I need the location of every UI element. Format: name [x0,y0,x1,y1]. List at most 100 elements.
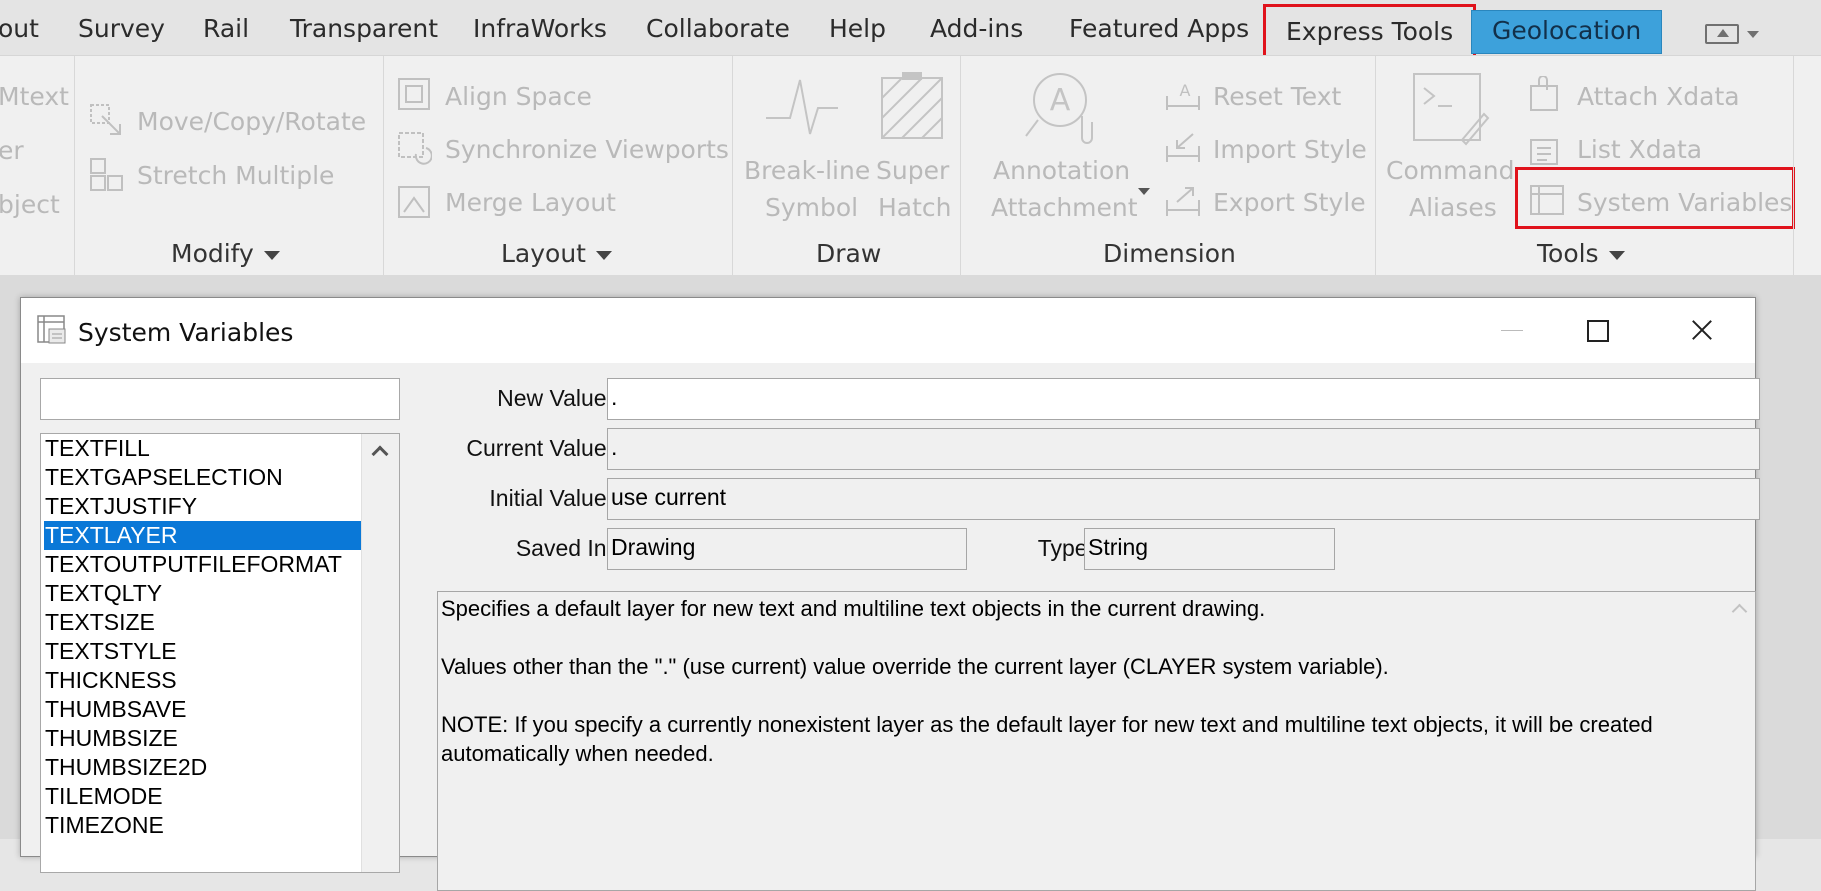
dialog-titlebar[interactable]: System Variables [21,298,1755,363]
ribbon-cut-label[interactable]: er [0,136,24,165]
new-value-input[interactable]: . [607,378,1760,420]
chevron-down-icon [1608,250,1625,260]
tab-geolocation[interactable]: Geolocation [1471,10,1663,54]
chevron-down-icon[interactable] [1138,188,1150,195]
synchronize-viewports-icon [398,132,432,165]
svg-text:A: A [1180,81,1191,100]
break-line-symbol-icon [766,79,838,135]
move-copy-rotate-button[interactable]: Move/Copy/Rotate [137,107,366,136]
initial-value-label: Initial Value: [489,485,613,511]
panel-title-dimension[interactable]: Dimension [1103,239,1236,268]
svg-text:A: A [1050,83,1071,118]
current-value-field: . [607,428,1760,470]
system-variables-dialog: System Variables TEXTFILL TEXTGAPSELECTI… [20,297,1760,891]
list-item[interactable]: THUMBSAVE [44,695,361,724]
variable-search-input[interactable] [40,378,400,420]
annotation-attachment-label[interactable]: Attachment [991,193,1138,222]
tab-featured-apps[interactable]: Featured Apps [1069,14,1249,43]
list-xdata-icon [1530,139,1558,165]
tab-help[interactable]: Help [829,14,886,43]
attach-xdata-button[interactable]: Attach Xdata [1577,82,1740,111]
panel-title-label: Layout [501,239,586,268]
list-item[interactable]: TEXTOUTPUTFILEFORMAT [44,550,361,579]
break-line-symbol-label[interactable]: Symbol [765,193,858,222]
tab-rail[interactable]: Rail [203,14,249,43]
list-item[interactable]: TEXTGAPSELECTION [44,463,361,492]
list-item[interactable]: TEXTSTYLE [44,637,361,666]
variable-description: Specifies a default layer for new text a… [437,591,1756,891]
list-item[interactable]: TEXTSIZE [44,608,361,637]
scroll-up-icon[interactable] [371,445,389,463]
super-hatch-icon [881,72,943,139]
chevron-down-icon[interactable] [1747,31,1759,38]
description-paragraph: Values other than the "." (use current) … [441,654,1389,679]
ribbon-cut-label[interactable]: bject [0,190,60,219]
panel-title-tools[interactable]: Tools [1537,239,1625,268]
list-item-selected[interactable]: TEXTLAYER [44,521,361,550]
panel-divider [732,56,733,276]
list-item[interactable]: TEXTFILL [44,434,361,463]
list-item[interactable]: TILEMODE [44,782,361,811]
tab-express-tools[interactable]: Express Tools [1263,4,1477,60]
initial-value-field: use current [607,478,1760,520]
super-hatch-label[interactable]: Super [876,156,949,185]
tab-transparent[interactable]: Transparent [290,14,438,43]
saved-in-field: Drawing [607,528,967,570]
panel-divider [1793,56,1794,276]
saved-in-label: Saved In: [515,535,613,561]
panel-title-layout[interactable]: Layout [501,239,612,268]
maximize-button[interactable] [1561,308,1631,352]
list-item[interactable]: THUMBSIZE [44,724,361,753]
dialog-title: System Variables [78,318,294,347]
command-aliases-label[interactable]: Command [1386,156,1515,185]
variable-list-scrollbar[interactable] [361,434,399,872]
import-style-button[interactable]: Import Style [1213,135,1367,164]
list-item[interactable]: TIMEZONE [44,811,361,840]
list-item[interactable]: TEXTQLTY [44,579,361,608]
super-hatch-label[interactable]: Hatch [878,193,952,222]
new-value-label: New Value: [497,385,613,411]
synchronize-viewports-button[interactable]: Synchronize Viewports [445,135,729,164]
panel-title-modify[interactable]: Modify [171,239,280,268]
merge-layout-button[interactable]: Merge Layout [445,188,616,217]
ribbon-tab-bar: out Survey Rail Transparent InfraWorks C… [0,0,1821,60]
description-paragraph: NOTE: If you specify a currently nonexis… [441,712,1653,766]
type-label: Type: [1037,535,1094,561]
command-aliases-icon [1413,73,1490,146]
list-item[interactable]: THICKNESS [44,666,361,695]
chevron-down-icon [263,250,280,260]
list-xdata-button[interactable]: List Xdata [1577,135,1702,164]
panel-divider [74,56,75,276]
panel-title-label: Modify [171,239,254,268]
panel-title-draw[interactable]: Draw [816,239,881,268]
panel-divider [383,56,384,276]
description-paragraph: Specifies a default layer for new text a… [441,596,1266,621]
annotation-attachment-label[interactable]: Annotation [993,156,1130,185]
variable-list[interactable]: TEXTFILL TEXTGAPSELECTION TEXTJUSTIFY TE… [40,433,400,873]
break-line-symbol-label[interactable]: Break-line [744,156,870,185]
ribbon-cut-label[interactable]: Mtext [0,82,69,111]
attach-xdata-icon [1530,76,1558,111]
panel-divider [1375,56,1376,276]
tab-collaborate[interactable]: Collaborate [646,14,790,43]
tab-infraworks[interactable]: InfraWorks [473,14,607,43]
workspace-icon[interactable] [1705,24,1739,44]
list-item[interactable]: THUMBSIZE2D [44,753,361,782]
close-button[interactable] [1667,308,1737,352]
tab-add-ins[interactable]: Add-ins [930,14,1023,43]
export-style-button[interactable]: Export Style [1213,188,1366,217]
tab-output[interactable]: out [0,14,39,43]
reset-text-button[interactable]: Reset Text [1213,82,1341,111]
current-value-label: Current Value: [466,435,613,461]
reset-text-icon: A [1166,81,1200,110]
list-item[interactable]: TEXTJUSTIFY [44,492,361,521]
ribbon-panel: Mtext er bject Move/Copy/Rotate Stretch … [0,55,1821,276]
tab-survey[interactable]: Survey [78,14,165,43]
stretch-multiple-button[interactable]: Stretch Multiple [137,161,334,190]
command-aliases-label[interactable]: Aliases [1409,193,1497,222]
minimize-button[interactable] [1477,308,1547,352]
align-space-button[interactable]: Align Space [445,82,592,111]
stretch-multiple-icon [90,158,123,191]
annotation-attachment-icon: A [1025,73,1093,144]
panel-title-label: Tools [1537,239,1599,268]
